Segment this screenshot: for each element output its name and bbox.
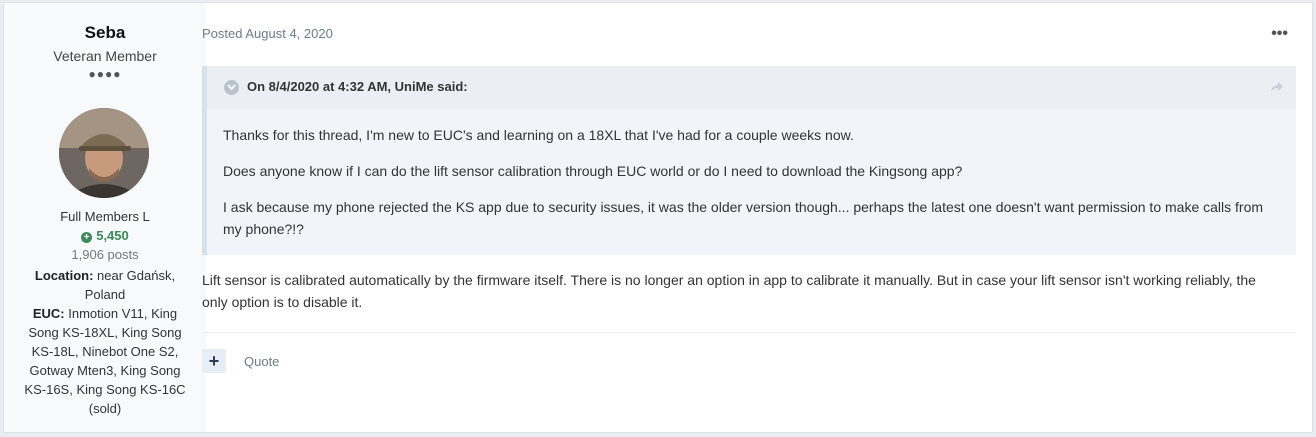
post-count: 1,906 posts xyxy=(71,247,139,262)
reputation-value: 5,450 xyxy=(96,228,129,243)
multiquote-button[interactable]: + xyxy=(202,349,226,373)
quote-block: On 8/4/2020 at 4:32 AM, UniMe said: Than… xyxy=(202,66,1296,255)
author-location: Location: near Gdańsk, Poland xyxy=(14,266,196,304)
quote-header: On 8/4/2020 at 4:32 AM, UniMe said: xyxy=(207,66,1296,109)
author-title: Veteran Member xyxy=(53,48,157,64)
chevron-down-icon[interactable] xyxy=(224,80,239,95)
quote-body: Thanks for this thread, I'm new to EUC's… xyxy=(223,124,1283,254)
avatar[interactable] xyxy=(59,108,149,198)
more-options-icon[interactable]: ••• xyxy=(1271,25,1288,43)
quote-button[interactable]: Quote xyxy=(244,354,279,369)
plus-icon: + xyxy=(208,351,220,371)
plus-circle-icon: + xyxy=(81,232,93,243)
post-body: Lift sensor is calibrated automatically … xyxy=(202,272,1256,310)
author-euc: EUC: Inmotion V11, King Song KS-18XL, Ki… xyxy=(18,304,192,418)
avatar-photo xyxy=(59,108,149,198)
reputation-badge: +5,450 xyxy=(4,228,206,243)
quote-paragraph: Thanks for this thread, I'm new to EUC's… xyxy=(223,127,854,143)
share-icon[interactable] xyxy=(1270,80,1284,98)
author-panel: Seba Veteran Member ●●●● Full Members L … xyxy=(4,3,206,432)
quote-citation[interactable]: On 8/4/2020 at 4:32 AM, UniMe said: xyxy=(247,79,468,94)
divider xyxy=(202,332,1296,333)
location-label: Location: xyxy=(34,268,94,283)
euc-value: Inmotion V11, King Song KS-18XL, King So… xyxy=(24,306,186,416)
location-value: near Gdańsk, Poland xyxy=(84,268,176,302)
quote-paragraph: Does anyone know if I can do the lift se… xyxy=(223,163,963,179)
euc-label: EUC: xyxy=(32,306,65,321)
post-date[interactable]: Posted August 4, 2020 xyxy=(202,26,333,41)
forum-post: Seba Veteran Member ●●●● Full Members L … xyxy=(3,2,1313,433)
rank-pips: ●●●● xyxy=(88,67,122,81)
post-content: Posted August 4, 2020 ••• On 8/4/2020 at… xyxy=(202,3,1310,432)
member-group: Full Members L xyxy=(60,209,150,224)
author-name[interactable]: Seba xyxy=(4,23,206,43)
quote-paragraph: I ask because my phone rejected the KS a… xyxy=(223,199,1264,237)
